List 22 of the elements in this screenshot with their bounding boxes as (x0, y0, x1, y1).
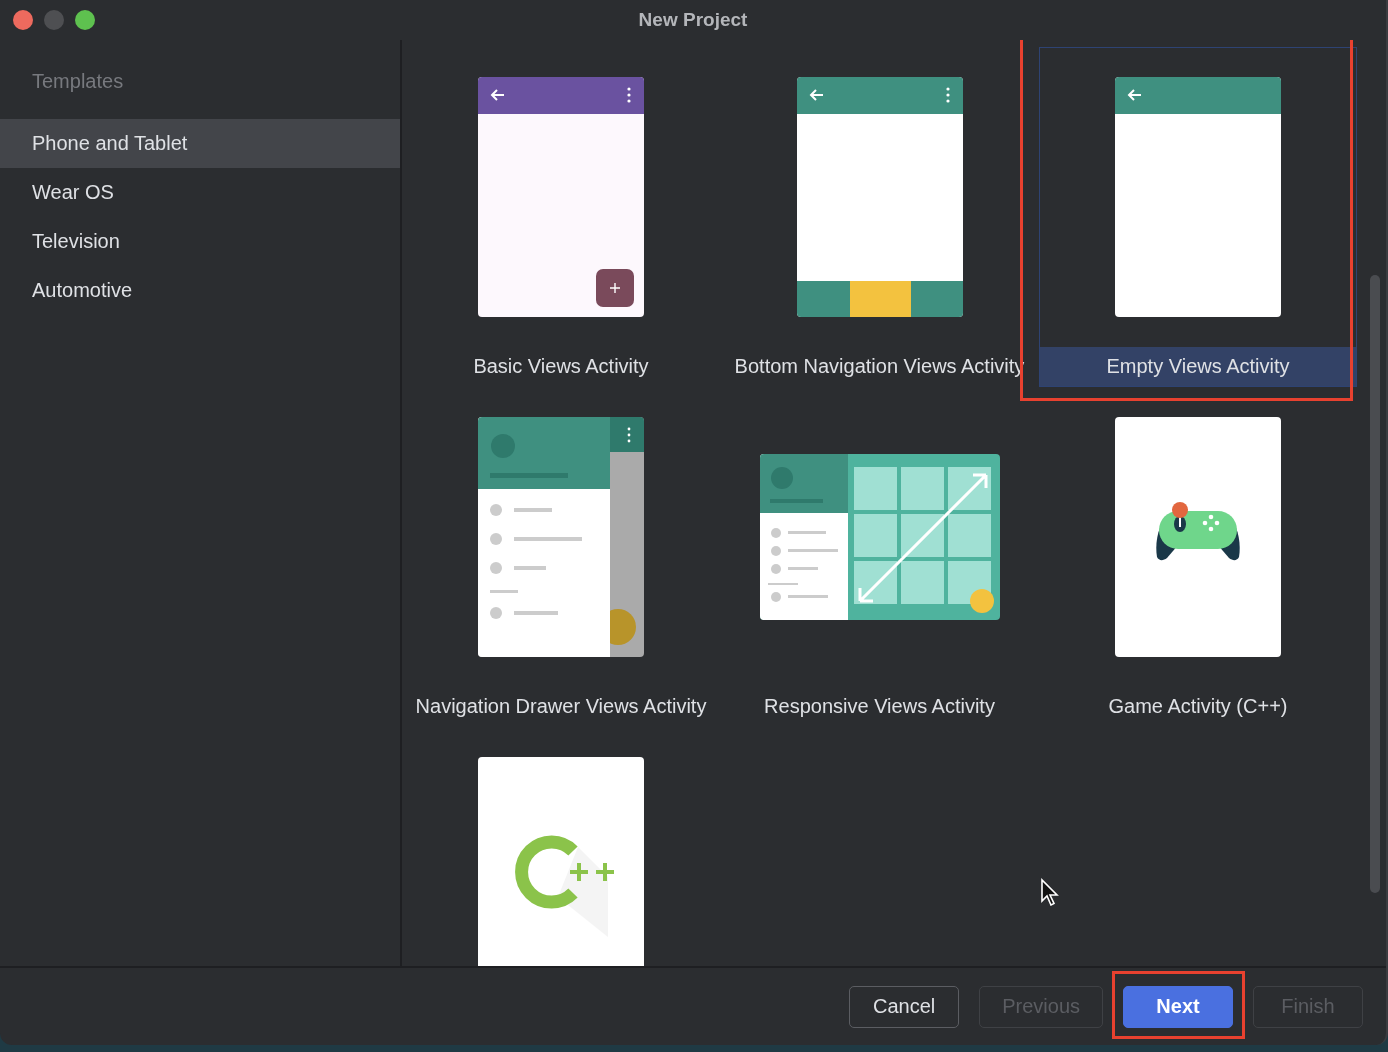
template-label: Empty Views Activity (1040, 347, 1356, 386)
window-title: New Project (638, 9, 748, 31)
pointer-icon (1040, 878, 1060, 906)
sidebar-heading: Templates (31, 70, 125, 93)
template-label: Game Activity (C++) (1107, 694, 1289, 719)
template-tile[interactable]: Navigation Drawer Views Activity (402, 387, 720, 727)
template-label: Responsive Views Activity (763, 694, 996, 719)
template-tile[interactable]: Responsive Views Activity (720, 387, 1039, 727)
template-tile[interactable]: Basic Views Activity (402, 47, 720, 387)
maximize-icon[interactable] (75, 10, 95, 30)
dialog-button[interactable]: Cancel (849, 985, 960, 1028)
sidebar-item[interactable]: Television (0, 217, 400, 266)
scrollbar-thumb[interactable] (1370, 275, 1380, 893)
sidebar-item[interactable]: Automotive (0, 266, 400, 315)
template-label: Navigation Drawer Views Activity (414, 694, 708, 719)
template-tile[interactable]: Empty Views Activity (1039, 47, 1357, 387)
close-icon[interactable] (13, 10, 33, 30)
template-tile[interactable]: Game Activity (C++) (1039, 387, 1357, 727)
template-label: Basic Views Activity (472, 354, 650, 379)
sidebar-item[interactable]: Wear OS (0, 168, 400, 217)
sidebar-item[interactable]: Phone and Tablet (0, 119, 400, 168)
dialog-button[interactable]: Next (1123, 985, 1233, 1028)
